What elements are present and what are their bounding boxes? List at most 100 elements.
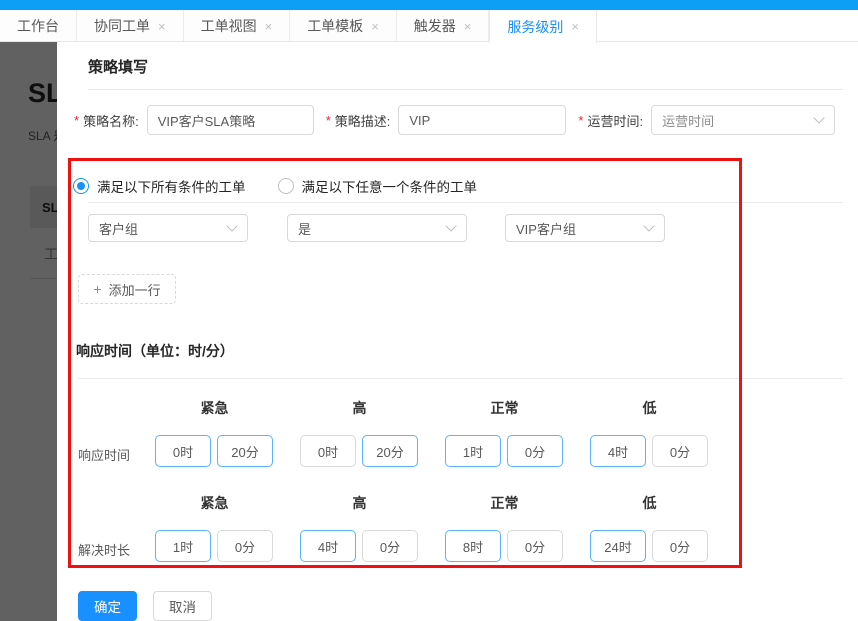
priority-header: 高 bbox=[300, 398, 419, 415]
condition-value-select[interactable]: VIP客户组 bbox=[505, 214, 665, 242]
condition-row: 客户组 是 VIP客户组 bbox=[88, 214, 843, 242]
time-input[interactable] bbox=[445, 530, 501, 562]
divider bbox=[78, 378, 843, 379]
time-input[interactable] bbox=[155, 530, 211, 562]
select-value: VIP客户组 bbox=[516, 219, 576, 238]
divider bbox=[88, 89, 843, 90]
select-value: 客户组 bbox=[99, 219, 138, 238]
condition-match-radios: 满足以下所有条件的工单 满足以下任意一个条件的工单 bbox=[73, 176, 843, 196]
radio-any-condition[interactable]: 满足以下任意一个条件的工单 bbox=[278, 176, 478, 196]
time-input[interactable] bbox=[217, 435, 273, 467]
priority-group-urgent: 紧急 bbox=[155, 398, 274, 467]
radio-icon bbox=[278, 178, 294, 194]
select-value: 是 bbox=[298, 219, 311, 238]
priority-header: 紧急 bbox=[155, 493, 274, 510]
close-icon[interactable]: × bbox=[571, 20, 579, 33]
tab-ticket-view[interactable]: 工单视图 × bbox=[184, 10, 291, 42]
tab-label: 触发器 bbox=[414, 16, 456, 36]
time-input[interactable] bbox=[507, 530, 563, 562]
plus-icon: + bbox=[93, 281, 101, 297]
field-operating-hours: * 运营时间: 运营时间 bbox=[578, 105, 835, 135]
radio-label: 满足以下所有条件的工单 bbox=[97, 176, 246, 196]
time-input[interactable] bbox=[652, 530, 708, 562]
close-icon[interactable]: × bbox=[371, 20, 379, 33]
tab-bar: 工作台 协同工单 × 工单视图 × 工单模板 × 触发器 × 服务级别 × bbox=[0, 10, 858, 42]
priority-header: 正常 bbox=[445, 398, 564, 415]
time-row-label: 解决时长 bbox=[78, 493, 155, 562]
tab-collab-ticket[interactable]: 协同工单 × bbox=[77, 10, 184, 42]
time-input[interactable] bbox=[590, 530, 646, 562]
tab-workbench[interactable]: 工作台 bbox=[0, 10, 77, 42]
add-row-label: 添加一行 bbox=[109, 280, 161, 299]
priority-header: 高 bbox=[300, 493, 419, 510]
tab-label: 工作台 bbox=[17, 16, 59, 36]
add-row-button[interactable]: + 添加一行 bbox=[78, 274, 176, 304]
policy-name-input[interactable] bbox=[147, 105, 314, 135]
required-asterisk: * bbox=[578, 113, 583, 128]
confirm-button[interactable]: 确定 bbox=[78, 591, 137, 621]
operating-hours-select[interactable]: 运营时间 bbox=[651, 105, 835, 135]
priority-group-urgent: 紧急 bbox=[155, 493, 274, 562]
time-input[interactable] bbox=[362, 435, 418, 467]
policy-description-input[interactable] bbox=[398, 105, 566, 135]
close-icon[interactable]: × bbox=[464, 20, 472, 33]
response-time-row: 响应时间 紧急 高 正常 低 bbox=[78, 398, 843, 467]
priority-group-normal: 正常 bbox=[445, 493, 564, 562]
cancel-button[interactable]: 取消 bbox=[153, 591, 212, 621]
modal-backdrop: SL SLA 是 SL 工 bbox=[0, 42, 57, 621]
time-input[interactable] bbox=[590, 435, 646, 467]
priority-header: 低 bbox=[590, 493, 709, 510]
policy-fields-row: * 策略名称: * 策略描述: * 运营时间: 运营时间 bbox=[74, 105, 843, 135]
section-title-response-time: 响应时间（单位：时/分） bbox=[76, 341, 843, 361]
time-input[interactable] bbox=[300, 435, 356, 467]
time-input[interactable] bbox=[300, 530, 356, 562]
tab-trigger[interactable]: 触发器 × bbox=[397, 10, 490, 42]
field-policy-name: * 策略名称: bbox=[74, 105, 314, 135]
condition-field-select[interactable]: 客户组 bbox=[88, 214, 248, 242]
priority-header: 低 bbox=[590, 398, 709, 415]
section-title-policy: 策略填写 bbox=[88, 56, 843, 77]
tab-ticket-template[interactable]: 工单模板 × bbox=[290, 10, 397, 42]
tab-label: 协同工单 bbox=[94, 16, 150, 36]
backdrop-dim-overlay[interactable] bbox=[0, 42, 57, 621]
priority-group-normal: 正常 bbox=[445, 398, 564, 467]
condition-operator-select[interactable]: 是 bbox=[287, 214, 467, 242]
field-label: 策略描述: bbox=[335, 111, 391, 130]
time-input[interactable] bbox=[155, 435, 211, 467]
sla-policy-dialog: 策略填写 * 策略名称: * 策略描述: * 运营时间: 运营时间 满足以下所有… bbox=[57, 42, 858, 621]
radio-icon bbox=[73, 178, 89, 194]
field-policy-description: * 策略描述: bbox=[326, 105, 567, 135]
time-row-label: 响应时间 bbox=[78, 398, 155, 467]
required-asterisk: * bbox=[74, 113, 79, 128]
radio-all-conditions[interactable]: 满足以下所有条件的工单 bbox=[73, 176, 246, 196]
close-icon[interactable]: × bbox=[265, 20, 273, 33]
field-label: 策略名称: bbox=[83, 111, 139, 130]
chevron-down-icon bbox=[643, 220, 654, 231]
priority-group-high: 高 bbox=[300, 398, 419, 467]
priority-group-high: 高 bbox=[300, 493, 419, 562]
time-input[interactable] bbox=[362, 530, 418, 562]
priority-group-low: 低 bbox=[590, 493, 709, 562]
time-input[interactable] bbox=[652, 435, 708, 467]
tab-label: 服务级别 bbox=[507, 17, 563, 37]
select-value: 运营时间 bbox=[662, 111, 714, 130]
top-accent-bar bbox=[0, 0, 858, 10]
time-input[interactable] bbox=[445, 435, 501, 467]
priority-header: 正常 bbox=[445, 493, 564, 510]
chevron-down-icon bbox=[226, 220, 237, 231]
time-input[interactable] bbox=[507, 435, 563, 467]
close-icon[interactable]: × bbox=[158, 20, 166, 33]
chevron-down-icon bbox=[813, 112, 824, 123]
tab-label: 工单视图 bbox=[201, 16, 257, 36]
resolve-time-row: 解决时长 紧急 高 正常 低 bbox=[78, 493, 843, 562]
tab-service-level[interactable]: 服务级别 × bbox=[489, 10, 597, 43]
field-label: 运营时间: bbox=[587, 111, 643, 130]
tab-label: 工单模板 bbox=[307, 16, 363, 36]
priority-group-low: 低 bbox=[590, 398, 709, 467]
time-input[interactable] bbox=[217, 530, 273, 562]
divider bbox=[88, 202, 843, 203]
required-asterisk: * bbox=[326, 113, 331, 128]
dialog-footer: 确定 取消 bbox=[78, 591, 843, 621]
radio-label: 满足以下任意一个条件的工单 bbox=[302, 176, 478, 196]
priority-header: 紧急 bbox=[155, 398, 274, 415]
